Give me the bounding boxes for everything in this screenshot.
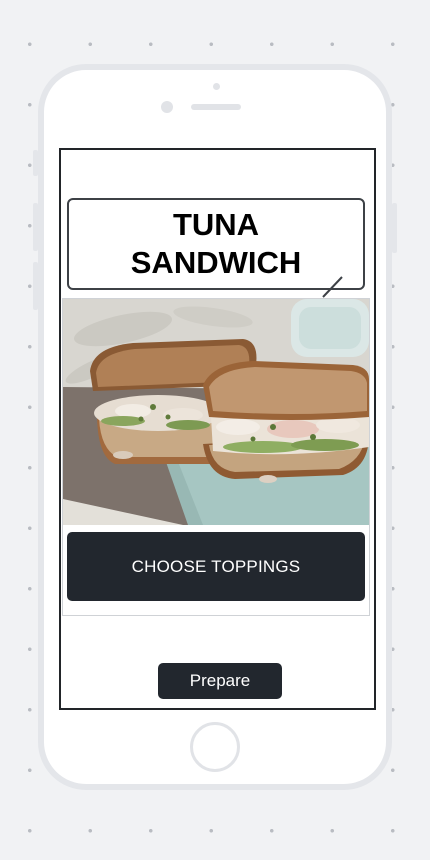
- choose-toppings-label: CHOOSE TOPPINGS: [131, 556, 301, 576]
- phone-camera: [161, 101, 173, 113]
- page-title: TUNA SANDWICH: [116, 206, 316, 282]
- phone-power-button: [392, 203, 397, 253]
- title-line-2: SANDWICH: [130, 245, 302, 280]
- phone-sensor: [213, 83, 220, 90]
- title-bubble: TUNA SANDWICH: [67, 198, 365, 290]
- phone-home-button[interactable]: [190, 722, 240, 772]
- phone-speaker: [191, 104, 241, 110]
- tuna-sandwich-photo: [63, 299, 369, 525]
- title-line-1: TUNA: [172, 207, 260, 242]
- choose-toppings-button[interactable]: CHOOSE TOPPINGS: [67, 532, 365, 601]
- prepare-button[interactable]: Prepare: [158, 663, 282, 699]
- prepare-label: Prepare: [189, 671, 251, 690]
